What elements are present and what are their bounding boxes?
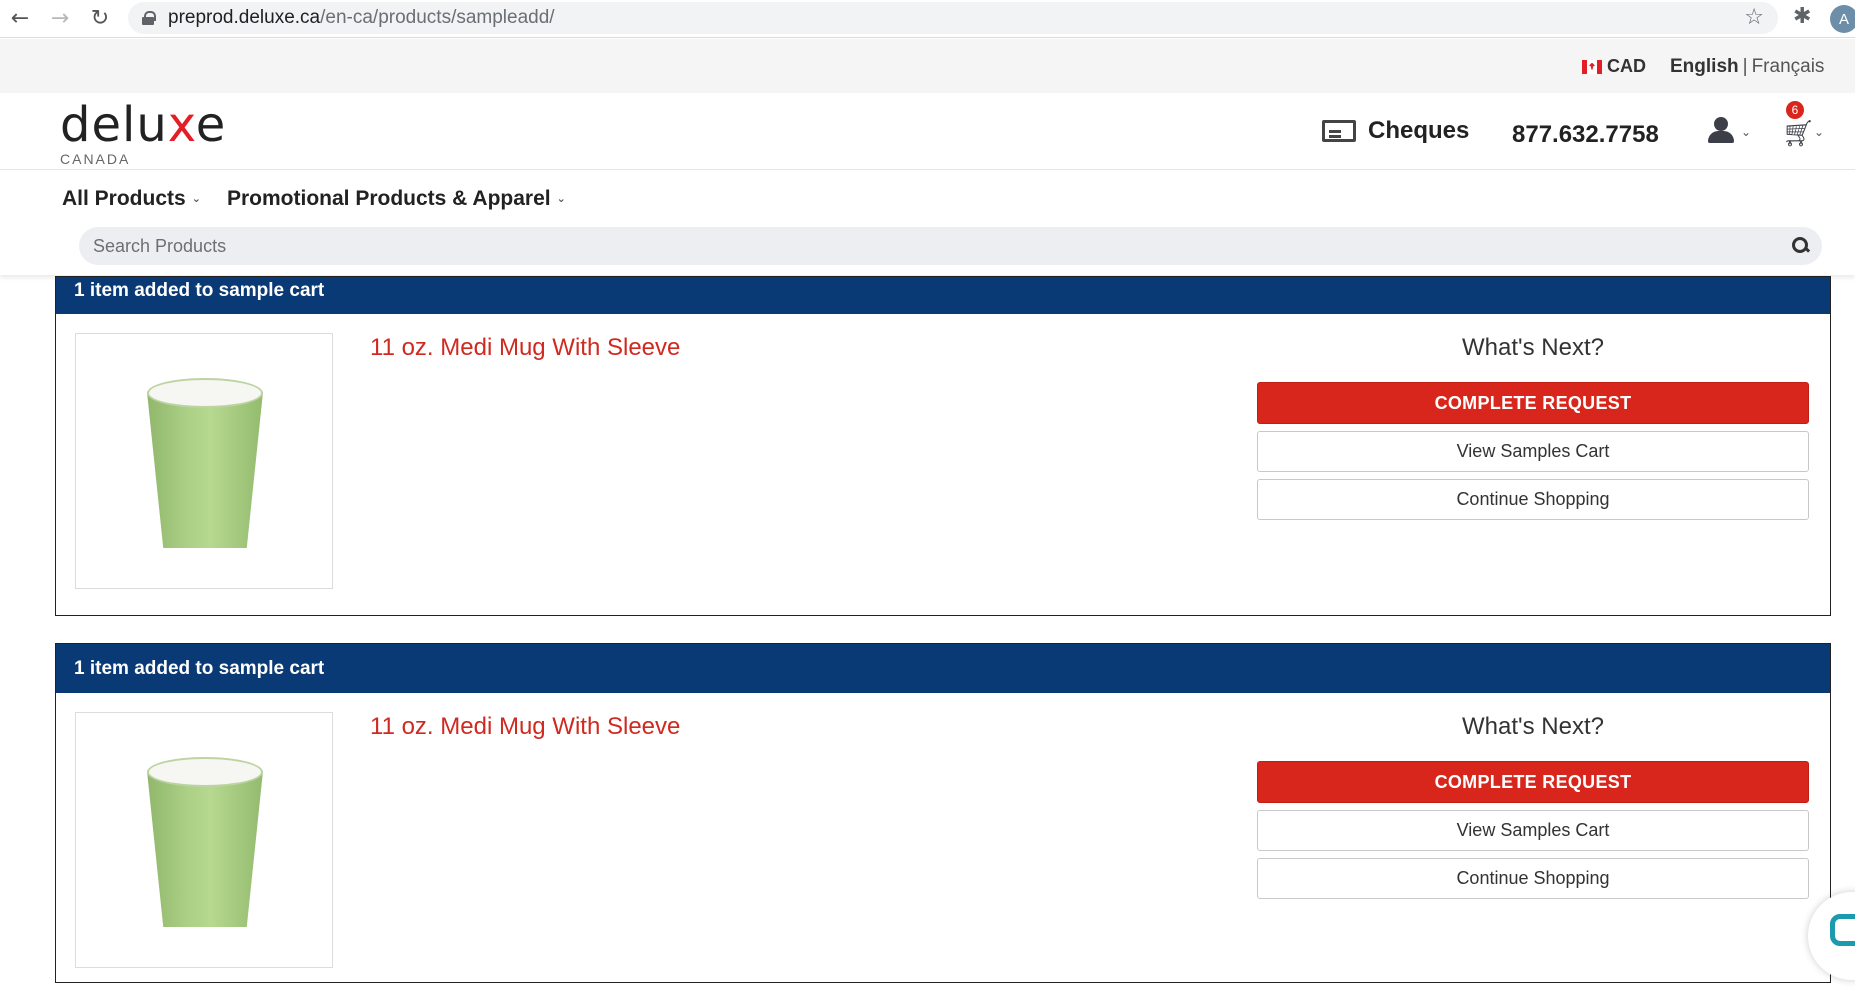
search-icon[interactable] — [1792, 237, 1808, 253]
account-user-icon[interactable] — [1706, 117, 1736, 145]
product-name-link[interactable]: 11 oz. Medi Mug With Sleeve — [370, 713, 680, 741]
whats-next-heading: What's Next? — [1462, 713, 1604, 740]
card-body: 11 oz. Medi Mug With Sleeve What's Next?… — [56, 693, 1830, 993]
language-switcher: English | Français — [1670, 56, 1824, 78]
nav-promotional-products[interactable]: Promotional Products & Apparel ⌄ — [227, 187, 566, 211]
account-chevron-down-icon[interactable]: ⌄ — [1741, 125, 1751, 139]
lang-separator: | — [1742, 56, 1748, 77]
product-image[interactable] — [75, 333, 333, 589]
search-input[interactable] — [79, 227, 1822, 265]
cheque-icon — [1322, 120, 1356, 142]
sample-cart-confirmation: 1 item added to sample cart 11 oz. Medi … — [55, 276, 1831, 616]
complete-request-button[interactable]: COMPLETE REQUEST — [1257, 382, 1809, 424]
utility-bar: CAD English | Français — [0, 39, 1855, 93]
reload-icon[interactable]: ↻ — [80, 0, 120, 38]
currency-selector[interactable]: CAD — [1582, 56, 1646, 77]
lang-francais[interactable]: Français — [1752, 56, 1825, 77]
browser-toolbar: ← → ↻ preprod.deluxe.ca/en-ca/products/s… — [0, 0, 1855, 38]
view-samples-cart-button[interactable]: View Samples Cart — [1257, 431, 1809, 472]
chevron-down-icon: ⌄ — [191, 192, 201, 205]
back-arrow-icon[interactable]: ← — [0, 0, 40, 38]
url-path: /en-ca/products/sampleadd/ — [320, 7, 555, 28]
main-nav: All Products ⌄ Promotional Products & App… — [0, 171, 1855, 275]
forward-arrow-icon[interactable]: → — [40, 0, 80, 38]
chevron-down-icon: ⌄ — [556, 192, 566, 205]
nav-all-products[interactable]: All Products ⌄ — [62, 187, 201, 211]
currency-label: CAD — [1607, 56, 1646, 76]
logo-wordmark: deluxe — [60, 97, 227, 153]
phone-number[interactable]: 877.632.7758 — [1512, 121, 1659, 149]
card-body: 11 oz. Medi Mug With Sleeve What's Next?… — [56, 314, 1830, 615]
url-host: preprod.deluxe.ca — [168, 7, 321, 28]
mug-illustration — [147, 378, 263, 548]
canada-flag-icon — [1582, 59, 1602, 74]
chat-bubble-icon — [1830, 914, 1855, 946]
card-header: 1 item added to sample cart — [56, 644, 1830, 693]
cart-chevron-down-icon[interactable]: ⌄ — [1814, 125, 1824, 139]
complete-request-button[interactable]: COMPLETE REQUEST — [1257, 761, 1809, 803]
mug-illustration — [147, 757, 263, 927]
cart-count-badge: 6 — [1786, 101, 1804, 119]
continue-shopping-button[interactable]: Continue Shopping — [1257, 479, 1809, 520]
continue-shopping-button[interactable]: Continue Shopping — [1257, 858, 1809, 899]
card-header: 1 item added to sample cart — [56, 277, 1830, 314]
lock-icon — [142, 11, 156, 25]
search-bar — [79, 227, 1822, 265]
address-bar[interactable]: preprod.deluxe.ca/en-ca/products/samplea… — [128, 2, 1778, 34]
cheques-label: Cheques — [1368, 117, 1470, 144]
bookmark-star-icon[interactable]: ☆ — [1744, 5, 1764, 30]
cheques-link[interactable]: Cheques — [1322, 117, 1469, 145]
product-name-link[interactable]: 11 oz. Medi Mug With Sleeve — [370, 334, 680, 362]
site-header: deluxe CANADA Cheques 877.632.7758 ⌄ 6 🛒… — [0, 93, 1855, 170]
shopping-cart-icon[interactable]: 🛒︎ — [1782, 119, 1815, 149]
extensions-puzzle-icon[interactable]: ✱ — [1793, 4, 1811, 29]
whats-next-heading: What's Next? — [1462, 334, 1604, 361]
profile-avatar[interactable]: A — [1830, 5, 1855, 33]
logo-subtitle: CANADA — [60, 151, 131, 167]
sample-cart-confirmation: 1 item added to sample cart 11 oz. Medi … — [55, 643, 1831, 983]
lang-english[interactable]: English — [1670, 56, 1739, 77]
view-samples-cart-button[interactable]: View Samples Cart — [1257, 810, 1809, 851]
deluxe-logo[interactable]: deluxe CANADA — [60, 101, 226, 167]
product-image[interactable] — [75, 712, 333, 968]
